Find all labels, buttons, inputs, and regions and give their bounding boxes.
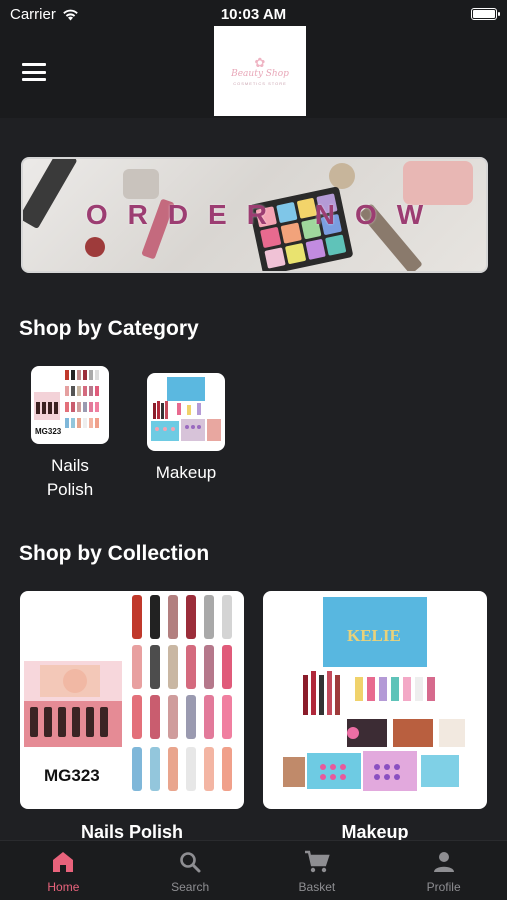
makeup-image: KELIE <box>263 591 487 809</box>
person-icon <box>433 852 454 872</box>
menu-button[interactable] <box>22 63 46 81</box>
app-header: ✿ Beauty Shop COSMETICS STORE <box>0 26 507 118</box>
battery-icon <box>471 8 500 20</box>
status-bar: Carrier 10:03 AM <box>0 0 507 28</box>
nails-polish-thumbnail: MG323 <box>31 366 109 444</box>
tab-label: Search <box>171 880 210 894</box>
hamburger-icon <box>22 63 46 66</box>
category-makeup[interactable]: Makeup <box>146 373 226 485</box>
logo-subtitle: COSMETICS STORE <box>233 81 287 86</box>
store-logo[interactable]: ✿ Beauty Shop COSMETICS STORE <box>214 26 306 116</box>
category-section-title: Shop by Category <box>19 317 199 340</box>
collection-nails-polish[interactable]: MG323 Nails Polish <box>20 591 244 843</box>
search-icon <box>180 852 201 873</box>
nails-collection-code: MG323 <box>44 766 100 785</box>
tab-profile[interactable]: Profile <box>380 841 507 900</box>
tab-label: Basket <box>298 880 336 894</box>
status-time: 10:03 AM <box>220 5 287 23</box>
nails-polish-image: MG323 <box>20 591 244 809</box>
tab-home[interactable]: Home <box>0 841 127 900</box>
tab-search[interactable]: Search <box>127 841 254 900</box>
collection-makeup[interactable]: KELIE Makeup <box>263 591 487 843</box>
category-nails-polish[interactable]: MG323 Nails Polish <box>30 366 110 502</box>
banner-text: ORDER NOW <box>85 199 444 230</box>
collection-section-title: Shop by Collection <box>19 542 210 565</box>
cart-icon <box>304 850 330 873</box>
home-icon <box>53 852 74 872</box>
order-now-banner[interactable]: ORDER NOW <box>21 157 488 273</box>
carrier-label: Carrier <box>10 5 56 23</box>
wifi-icon <box>63 9 78 20</box>
tab-basket[interactable]: Basket <box>254 841 381 900</box>
category-label: Nails Polish <box>46 456 94 499</box>
nails-thumb-code: MG323 <box>35 427 62 436</box>
flower-icon: ✿ <box>254 55 266 70</box>
logo-text: Beauty Shop <box>231 69 289 79</box>
tab-label: Home <box>47 880 80 894</box>
tab-label: Profile <box>426 880 461 894</box>
makeup-thumbnail <box>147 373 225 451</box>
makeup-brand-text: KELIE <box>347 626 401 645</box>
bottom-tab-bar: Home Search Basket Profile <box>0 840 507 900</box>
category-label: Makeup <box>155 463 217 482</box>
